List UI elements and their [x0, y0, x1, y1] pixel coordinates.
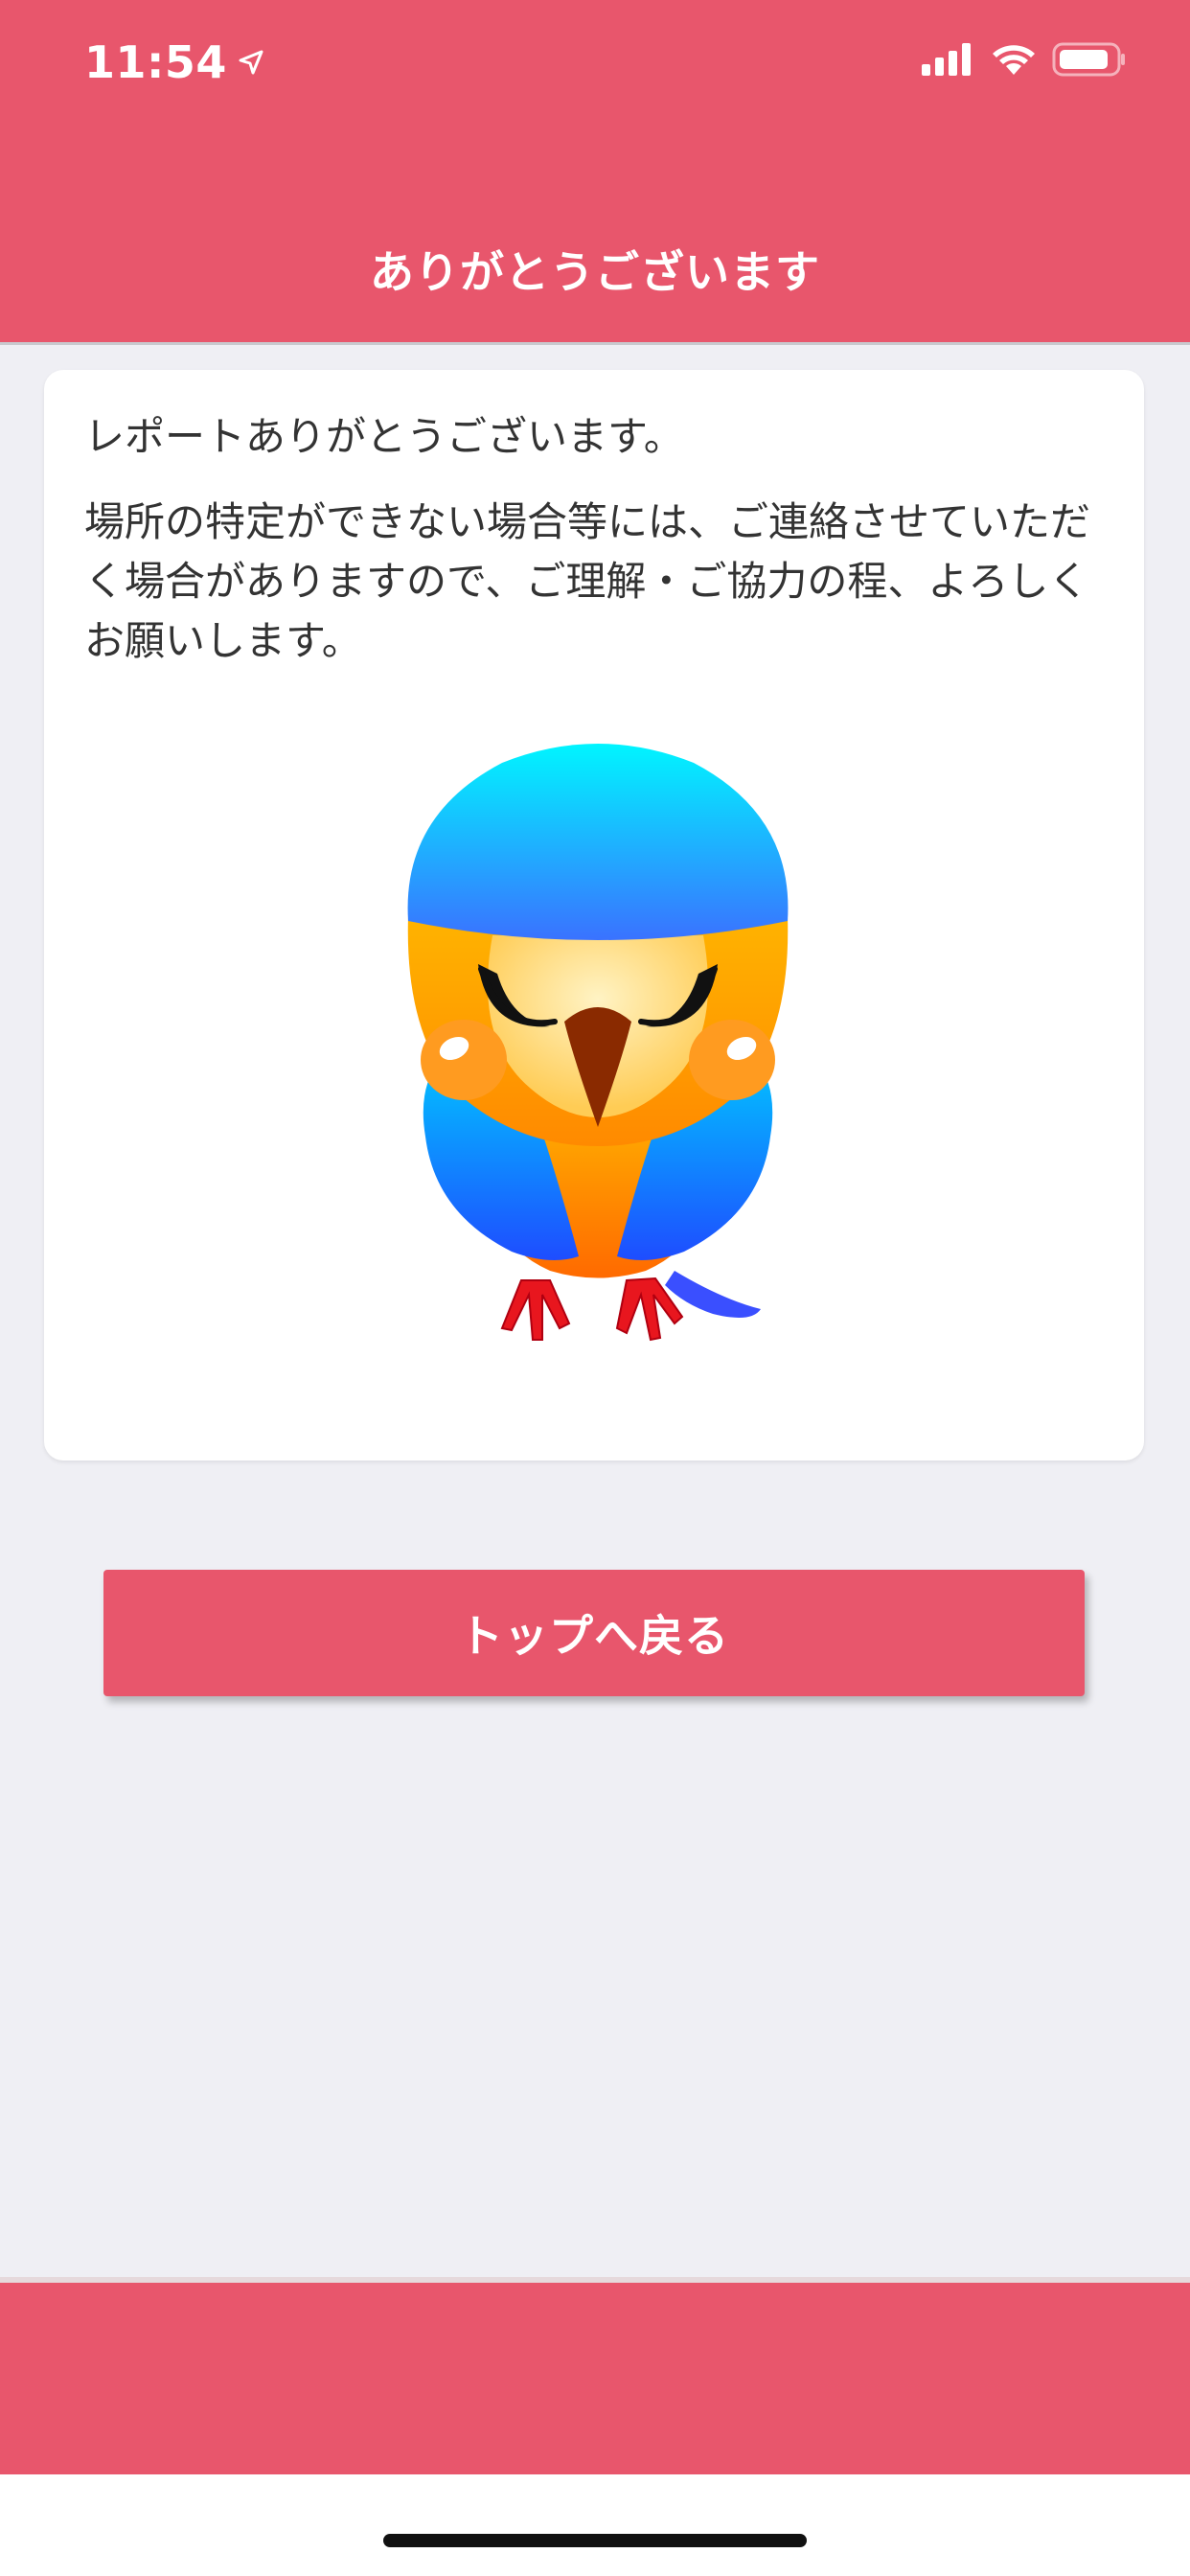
status-icons	[922, 42, 1127, 77]
status-time-text: 11:54	[84, 36, 227, 88]
location-arrow-icon	[239, 50, 263, 75]
back-to-top-button[interactable]: トップへ戻る	[103, 1570, 1085, 1696]
header-divider	[0, 342, 1190, 345]
bowing-bird-mascot-illustration	[407, 744, 789, 1342]
home-indicator-area	[0, 2474, 1190, 2576]
home-indicator[interactable]	[383, 2534, 807, 2547]
back-to-top-label: トップへ戻る	[459, 1610, 729, 1662]
page-title: ありがとうございます	[370, 246, 820, 298]
footer-bar	[0, 2283, 1190, 2474]
message-card: レポートありがとうございます。 場所の特定ができない場合等には、ご連絡させていた…	[44, 370, 1144, 1460]
status-time: 11:54	[84, 36, 265, 88]
contact-notice: 場所の特定ができない場合等には、ご連絡させていただく場合がありますので、ご理解・…	[84, 498, 1091, 664]
wifi-icon	[993, 45, 1035, 75]
app-header: 11:54 ありがとうございます	[0, 0, 1190, 342]
battery-icon	[1052, 42, 1125, 77]
thanks-message: レポートありがとうございます。	[84, 413, 684, 460]
cellular-signal-icon	[922, 43, 971, 76]
